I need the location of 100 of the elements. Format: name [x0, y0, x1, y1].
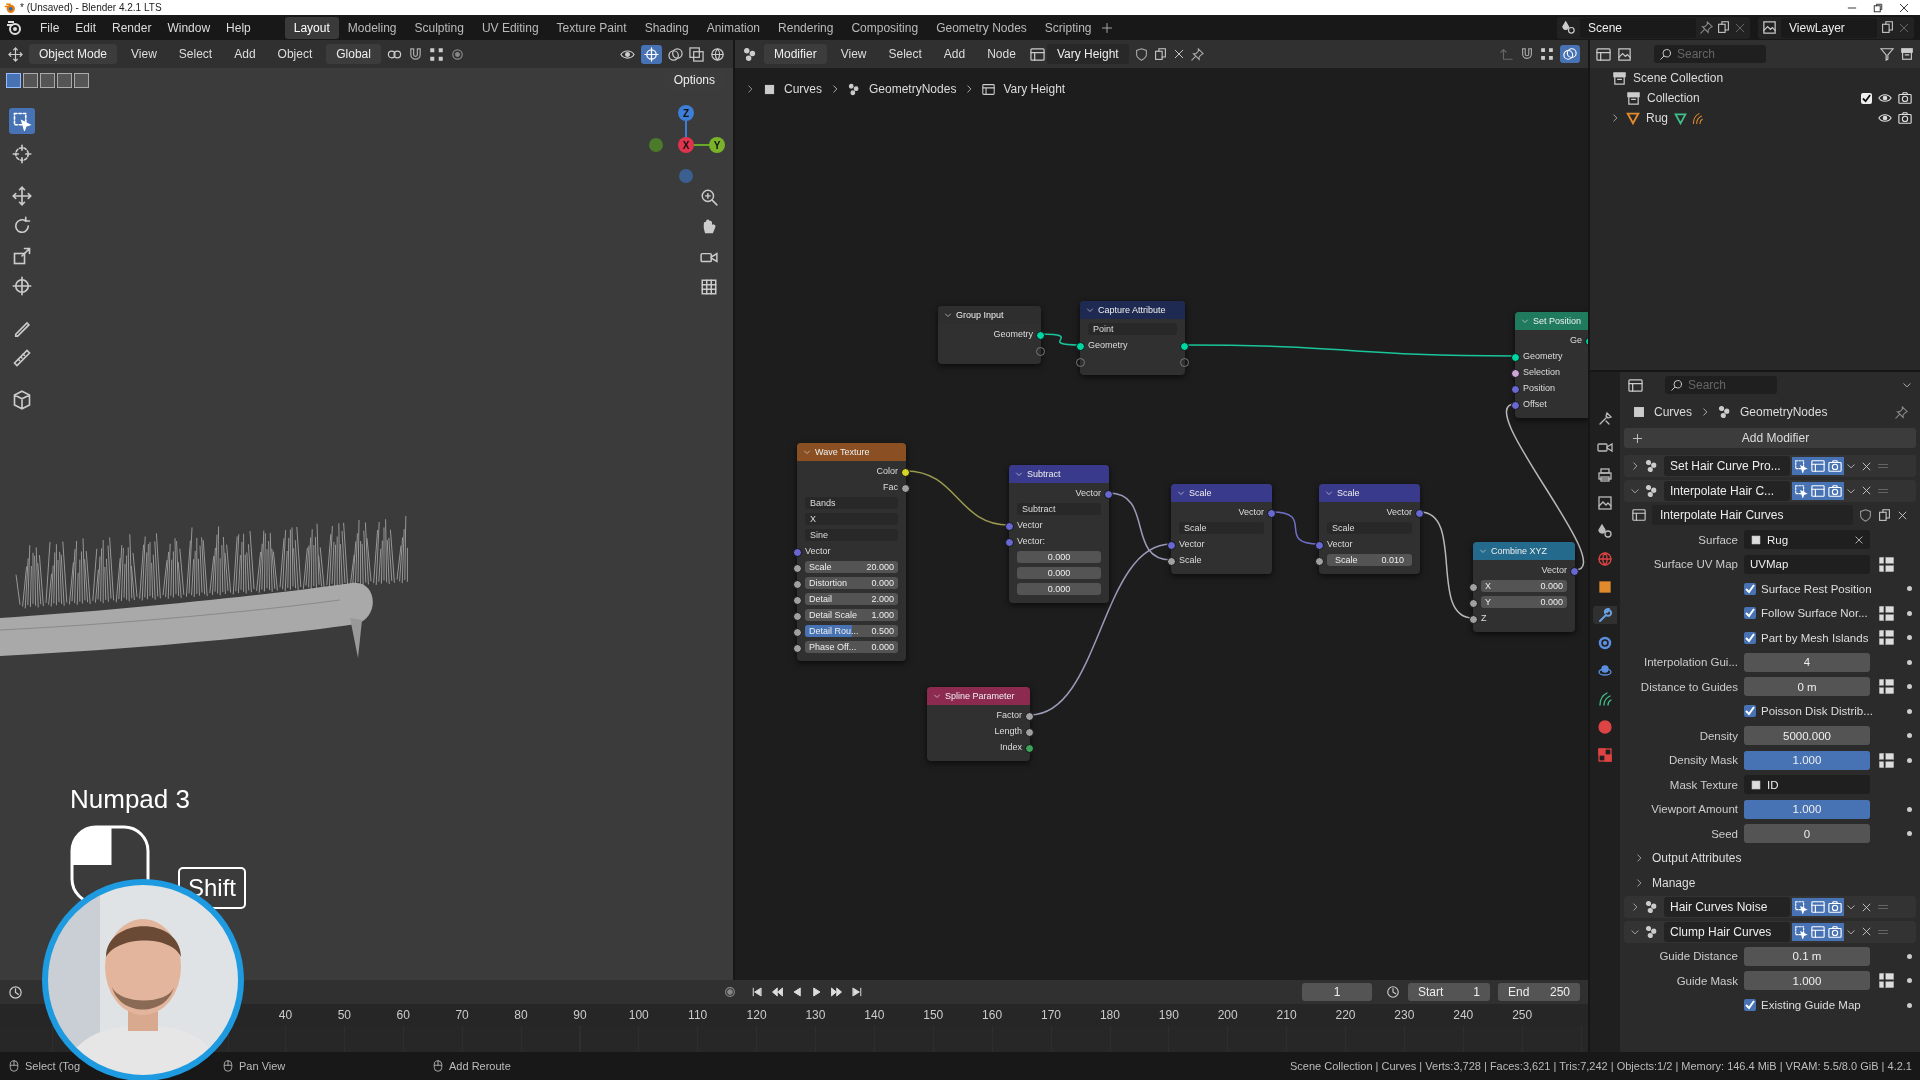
workspace-tab[interactable]: Scripting [1035, 16, 1101, 39]
workspace-tab[interactable]: Rendering [769, 16, 843, 39]
search-icon[interactable] [1660, 48, 1672, 60]
zoom-icon[interactable] [700, 188, 718, 206]
output-socket[interactable] [901, 483, 910, 493]
nodes-icon[interactable] [1645, 459, 1659, 473]
orientation-dropdown[interactable]: Global [326, 44, 381, 64]
expand-icon[interactable] [1634, 853, 1644, 864]
input-socket[interactable] [1076, 341, 1085, 351]
chevron-icon[interactable] [745, 84, 755, 94]
nodes-icon[interactable] [1645, 900, 1659, 914]
attribute-toggle-icon[interactable] [1878, 973, 1894, 989]
magnet-icon[interactable] [407, 46, 423, 62]
expand-icon[interactable] [1630, 902, 1640, 912]
editor-type-icon[interactable] [8, 984, 23, 1000]
outliner-item[interactable]: Collection [1647, 91, 1700, 105]
close-icon[interactable] [1897, 509, 1908, 521]
axis-gizmo[interactable]: Z X Y [646, 100, 726, 190]
xray-icon[interactable] [689, 46, 704, 62]
keyframe-dot[interactable] [1906, 659, 1912, 665]
node-field[interactable]: Detail Scale 1.000 [805, 609, 898, 621]
context-dropdown[interactable]: Modifier [764, 44, 827, 64]
panel-title[interactable]: Manage [1652, 875, 1696, 890]
search-icon[interactable] [1671, 379, 1683, 391]
eye-icon[interactable] [1878, 91, 1892, 105]
output-socket[interactable] [1025, 743, 1034, 753]
clock-icon[interactable] [1386, 985, 1400, 999]
edit-mode-icon[interactable] [1794, 483, 1808, 498]
transform-icon[interactable] [12, 276, 32, 296]
keyframe-dot[interactable] [1906, 806, 1912, 812]
dropdown-icon[interactable] [1846, 461, 1856, 471]
keyframe-dot[interactable] [1906, 610, 1912, 616]
modifier-name-field[interactable]: Set Hair Curve Pro... [1664, 456, 1790, 476]
pin-icon[interactable] [1895, 405, 1908, 419]
mouse-icon[interactable] [8, 1060, 20, 1072]
checkbox[interactable] [1744, 607, 1756, 620]
node-dropdown[interactable]: Bands [805, 497, 898, 509]
nodes-icon[interactable] [1645, 483, 1659, 498]
input-socket[interactable] [1469, 582, 1478, 592]
tools-icon[interactable] [1597, 411, 1613, 427]
gizmo-icon[interactable] [644, 46, 659, 62]
input-socket[interactable] [793, 627, 802, 637]
output-socket[interactable] [1036, 330, 1045, 340]
workspace-tab[interactable]: Geometry Nodes [927, 16, 1036, 39]
workspace-tab[interactable]: UV Editing [472, 16, 548, 39]
node-header[interactable]: Set Position [1515, 312, 1588, 330]
ring-icon[interactable] [1597, 635, 1613, 651]
node-header[interactable]: Wave Texture [797, 443, 906, 461]
dropdown-icon[interactable] [1846, 902, 1856, 912]
number-field[interactable]: 1.000 [1744, 971, 1870, 991]
node-header[interactable]: Spline Parameter [927, 687, 1030, 705]
render-camera-icon[interactable] [1828, 483, 1842, 498]
node-dropdown[interactable]: Subtract [1017, 503, 1101, 515]
menu-item[interactable]: View [123, 44, 165, 64]
breadcrumb-item[interactable]: Curves [1654, 405, 1692, 419]
input-socket[interactable] [1315, 540, 1324, 550]
render-camera-icon[interactable] [1898, 111, 1912, 125]
modifier-panel-header[interactable]: Set Hair Curve Pro... [1624, 455, 1916, 477]
filter-icon[interactable] [1880, 47, 1894, 61]
close-icon[interactable] [1861, 460, 1872, 472]
mouse-icon[interactable] [222, 1060, 234, 1072]
selection-mode-icon[interactable] [57, 72, 72, 88]
workspace-tab[interactable]: Shading [635, 16, 698, 39]
node-dropdown[interactable]: Point [1088, 323, 1177, 335]
input-socket[interactable] [1511, 384, 1520, 394]
copy-icon[interactable] [1717, 21, 1730, 34]
hair-icon[interactable] [1691, 111, 1704, 125]
orbit-icon[interactable] [1597, 663, 1613, 679]
input-socket[interactable] [793, 563, 802, 573]
chevron-icon[interactable] [1700, 407, 1710, 417]
menu-item[interactable]: File [32, 17, 68, 38]
node-header[interactable]: Capture Attribute [1080, 301, 1185, 319]
attribute-toggle-icon[interactable] [1878, 679, 1894, 695]
input-socket[interactable] [793, 611, 802, 621]
printer-icon[interactable] [1597, 467, 1613, 483]
copy-icon[interactable] [1881, 21, 1894, 34]
breadcrumb-item[interactable]: Curves [784, 82, 822, 96]
attribute-toggle-icon[interactable] [1878, 630, 1894, 646]
input-socket[interactable] [1469, 598, 1478, 608]
outliner-item[interactable]: Scene Collection [1633, 71, 1724, 85]
breadcrumb-item[interactable]: GeometryNodes [1740, 405, 1828, 419]
close-icon[interactable] [1172, 48, 1185, 60]
node-tree-icon[interactable] [1632, 508, 1646, 523]
breadcrumb-item[interactable]: Vary Height [1003, 82, 1066, 96]
menu-item[interactable]: Help [218, 17, 259, 38]
keyframe-dot[interactable] [1906, 684, 1912, 690]
node-dropdown[interactable]: X [805, 513, 898, 525]
modifier-panel-header[interactable]: Hair Curves Noise [1624, 896, 1916, 918]
previous-keyframe-icon[interactable] [771, 986, 783, 998]
menu-item[interactable]: Window [159, 17, 219, 38]
input-socket[interactable] [1511, 352, 1520, 362]
grass-icon[interactable] [1597, 691, 1613, 707]
node-group-field[interactable]: Vary Height [1046, 44, 1129, 64]
input-socket[interactable] [1511, 400, 1520, 410]
cursor-icon[interactable] [12, 144, 32, 164]
axis-handle[interactable] [679, 169, 693, 183]
selection-mode-icon[interactable] [6, 72, 21, 88]
texture-icon[interactable] [1750, 778, 1762, 791]
menu-item[interactable]: Select [170, 44, 221, 64]
axis-handle[interactable] [649, 138, 663, 152]
